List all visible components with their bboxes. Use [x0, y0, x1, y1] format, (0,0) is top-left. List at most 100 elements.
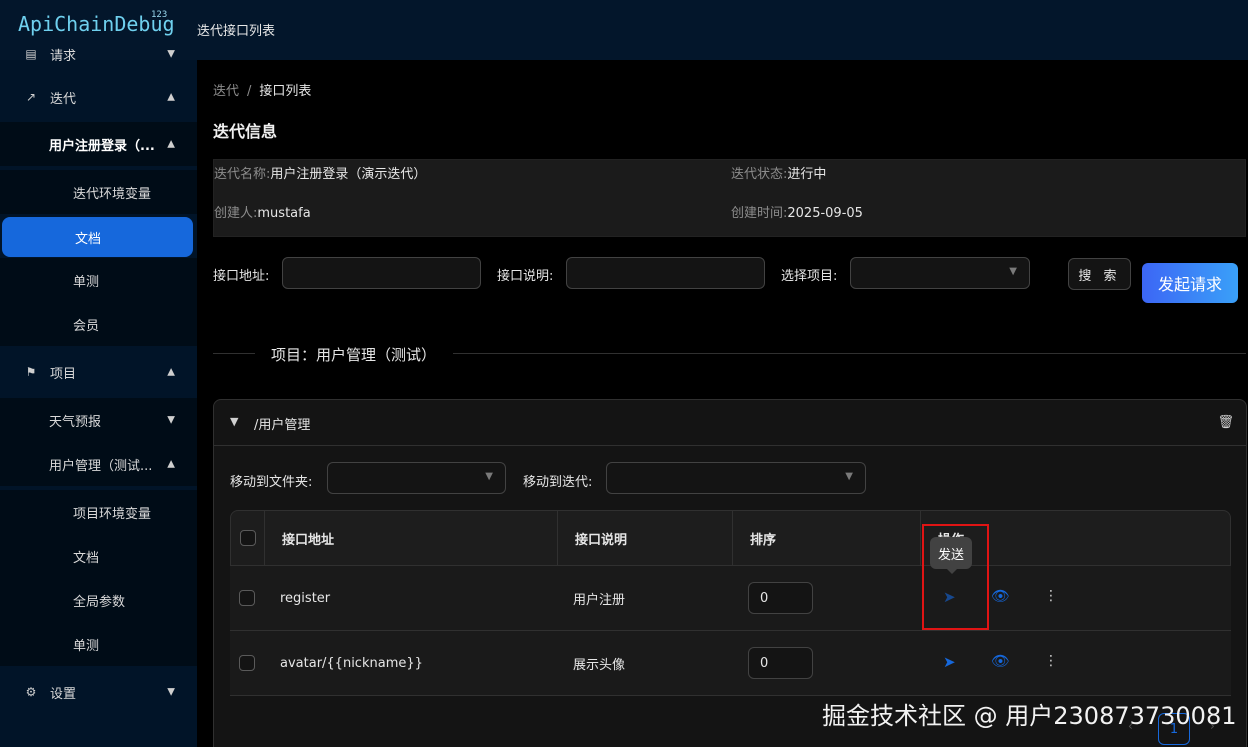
trash-icon[interactable]: 🗑	[1217, 415, 1234, 430]
iteration-creator-value: mustafa	[257, 206, 311, 221]
row-desc: 展示头像	[573, 657, 626, 673]
chevron-up-icon: ▲	[167, 91, 175, 103]
column-header-order[interactable]: 排序	[750, 511, 776, 565]
move-to-iteration-select[interactable]: ▼	[606, 462, 866, 494]
sidebar-item-settings[interactable]: ⚙ 设置 ▼	[0, 670, 197, 714]
send-tooltip: 发送	[930, 537, 972, 569]
iteration-name-key: 迭代名称:	[214, 167, 271, 182]
divider-left	[213, 353, 255, 354]
move-to-folder-select[interactable]: ▼	[327, 462, 506, 494]
search-button[interactable]: 搜 索	[1068, 258, 1131, 290]
main-content: 迭代 / 接口列表 迭代信息 迭代名称:用户注册登录（演示迭代） 迭代状态:进行中 …	[197, 60, 1248, 747]
calendar-icon: ▤	[25, 47, 37, 61]
column-separator	[557, 511, 558, 565]
chart-line-icon: ↗	[25, 90, 37, 104]
sidebar-item-request[interactable]: ▤ 请求 ▼	[0, 32, 197, 76]
url-filter-input[interactable]	[282, 257, 481, 289]
eye-icon[interactable]: 👁	[991, 652, 1010, 670]
row-url: avatar/{{nickname}}	[280, 655, 423, 671]
select-all-checkbox[interactable]	[240, 530, 256, 546]
column-header-url[interactable]: 接口地址	[282, 511, 334, 565]
project-select-label: 选择项目:	[781, 269, 838, 284]
gear-icon: ⚙	[25, 685, 37, 699]
iteration-name: 迭代名称:用户注册登录（演示迭代）	[214, 163, 426, 182]
more-icon[interactable]: ⋮	[1044, 653, 1058, 669]
iteration-status-key: 迭代状态:	[731, 167, 788, 182]
more-icon[interactable]: ⋮	[1044, 588, 1058, 604]
project-select[interactable]: ▼	[850, 257, 1030, 289]
sidebar-item-label: 天气预报	[49, 414, 102, 430]
row-url: register	[280, 590, 331, 606]
order-input[interactable]: 0	[748, 647, 813, 679]
sidebar-item-project-unit-test[interactable]: 单测	[0, 622, 197, 666]
sidebar-item-label: 项目环境变量	[73, 506, 152, 522]
app-logo-version: 123	[151, 10, 168, 20]
sidebar-item-project[interactable]: ⚑ 项目 ▲	[0, 350, 197, 394]
sidebar-item-label: 用户注册登录（...	[49, 138, 155, 154]
chevron-down-icon[interactable]: ▼	[230, 415, 238, 428]
sidebar-item-label: 会员	[73, 318, 100, 334]
sidebar: ▤ 请求 ▼ ↗ 迭代 ▲ 用户注册登录（... ▲ 迭代环境变量 文档 单测 …	[0, 47, 197, 747]
iteration-created-time: 创建时间:2025-09-05	[731, 202, 863, 221]
column-separator	[920, 511, 921, 565]
breadcrumb: 迭代 / 接口列表	[213, 80, 311, 99]
chevron-up-icon: ▲	[167, 458, 175, 470]
iteration-info-panel: 迭代名称:用户注册登录（演示迭代） 迭代状态:进行中 创建人:mustafa 创…	[213, 159, 1246, 237]
section-title: 迭代信息	[213, 122, 278, 141]
sidebar-item-docs-active[interactable]: 文档	[2, 217, 193, 257]
chevron-down-icon: ▼	[1009, 266, 1017, 277]
column-separator	[732, 511, 733, 565]
flag-icon: ⚑	[25, 365, 37, 379]
breadcrumb-parent[interactable]: 迭代	[213, 84, 239, 99]
sidebar-item-iteration[interactable]: ↗ 迭代 ▲	[0, 75, 197, 119]
sidebar-item-iteration-env[interactable]: 迭代环境变量	[0, 170, 197, 214]
project-divider-title: 项目：用户管理（测试）	[271, 346, 437, 364]
send-request-button[interactable]: 发起请求	[1142, 263, 1238, 303]
watermark-text: 掘金技术社区 @ 用户230873730081	[822, 702, 1237, 730]
iteration-status: 迭代状态:进行中	[731, 163, 826, 182]
iteration-status-value: 进行中	[787, 167, 827, 182]
sidebar-item-label: 全局参数	[73, 594, 126, 610]
breadcrumb-current: 接口列表	[259, 84, 312, 99]
folder-card-header[interactable]: ▼ /用户管理 🗑	[214, 400, 1246, 446]
sidebar-item-label: 文档	[73, 550, 100, 566]
sidebar-item-label: 迭代	[50, 91, 77, 107]
sidebar-item-iteration-user-reg[interactable]: 用户注册登录（... ▲	[0, 122, 197, 166]
iteration-name-value: 用户注册登录（演示迭代）	[270, 167, 427, 182]
column-separator	[264, 511, 265, 565]
sidebar-item-unit-test[interactable]: 单测	[0, 258, 197, 302]
sidebar-item-label: 请求	[50, 48, 77, 64]
table-header: 接口地址 接口说明 排序 操作	[230, 510, 1231, 566]
sidebar-item-label: 迭代环境变量	[73, 186, 152, 202]
order-input[interactable]: 0	[748, 582, 813, 614]
iteration-created-key: 创建时间:	[731, 206, 788, 221]
sidebar-item-project-docs[interactable]: 文档	[0, 534, 197, 578]
sidebar-item-project-env[interactable]: 项目环境变量	[0, 490, 197, 534]
breadcrumb-separator: /	[247, 84, 252, 99]
sidebar-item-label: 单测	[73, 274, 100, 290]
iteration-created-value: 2025-09-05	[787, 206, 863, 221]
row-checkbox[interactable]	[239, 655, 255, 671]
table-row: register 用户注册 0 ➤ 👁 ⋮	[230, 566, 1231, 631]
chevron-down-icon: ▼	[167, 686, 175, 698]
chevron-down-icon: ▼	[485, 471, 493, 482]
chevron-down-icon: ▼	[845, 471, 853, 482]
move-to-folder-label: 移动到文件夹:	[230, 475, 313, 490]
sidebar-item-global-params[interactable]: 全局参数	[0, 578, 197, 622]
header-title: 迭代接口列表	[197, 24, 276, 39]
sidebar-item-member[interactable]: 会员	[0, 302, 197, 346]
sidebar-item-weather[interactable]: 天气预报 ▼	[0, 398, 197, 442]
column-header-desc[interactable]: 接口说明	[575, 511, 627, 565]
row-checkbox[interactable]	[239, 590, 255, 606]
folder-card: ▼ /用户管理 🗑 移动到文件夹: ▼ 移动到迭代: ▼ 接口地址 接口说明 排…	[213, 399, 1247, 747]
sidebar-item-label: 单测	[73, 638, 100, 654]
sidebar-item-label: 项目	[50, 366, 77, 382]
eye-icon[interactable]: 👁	[991, 587, 1010, 605]
table-row: avatar/{{nickname}} 展示头像 0 ➤ 👁 ⋮	[230, 631, 1231, 696]
send-icon[interactable]: ➤	[943, 653, 956, 671]
sidebar-item-label: 设置	[50, 686, 77, 702]
chevron-down-icon: ▼	[167, 414, 175, 426]
desc-filter-input[interactable]	[566, 257, 765, 289]
row-desc: 用户注册	[573, 592, 626, 608]
sidebar-item-user-mgmt[interactable]: 用户管理（测试... ▲	[0, 442, 197, 486]
